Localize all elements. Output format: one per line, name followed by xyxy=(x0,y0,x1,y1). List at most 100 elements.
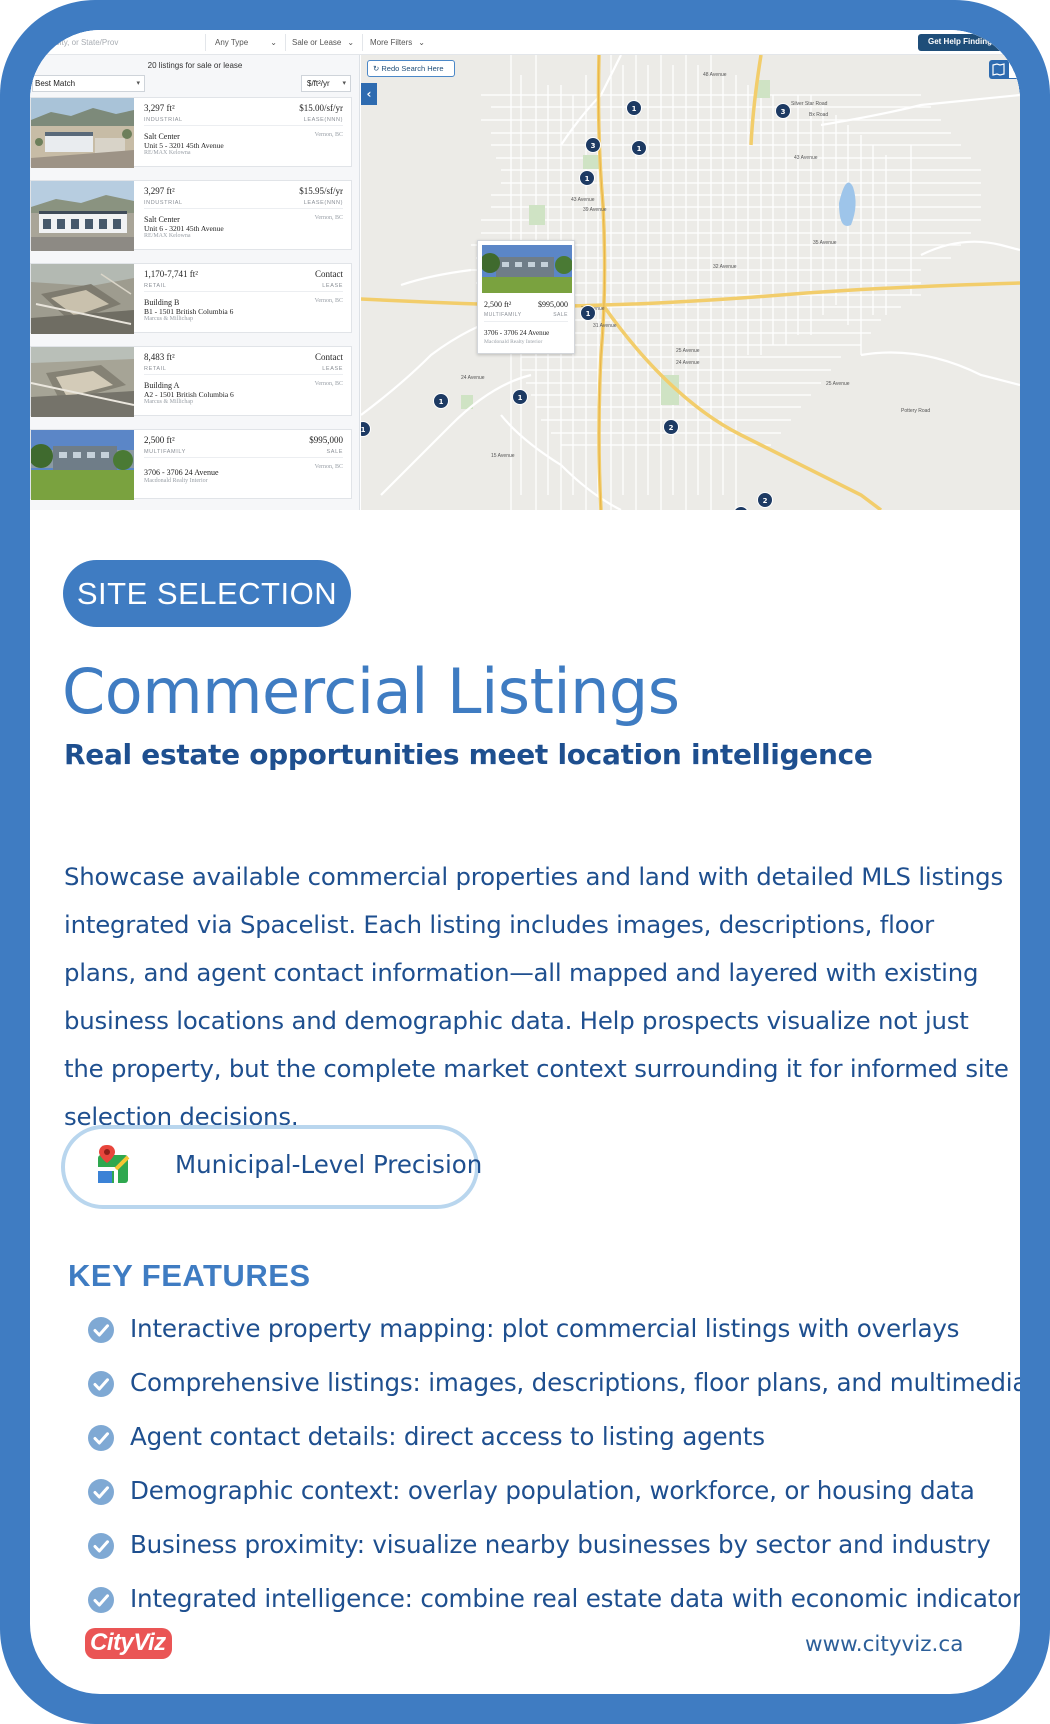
listing-broker: RE/MAX Kelowna xyxy=(144,233,191,239)
listing-address: B1 - 1501 British Columbia 6 xyxy=(144,307,234,316)
redo-search-button[interactable]: ↻ Redo Search Here xyxy=(367,60,455,77)
divider xyxy=(144,208,343,209)
cityviz-logo: CityViz xyxy=(85,1628,172,1659)
list-item: Agent contact details: direct access to … xyxy=(87,1422,1017,1462)
map-style-toggle[interactable] xyxy=(989,60,1020,79)
checkmark-icon xyxy=(88,1371,114,1397)
street-map xyxy=(361,55,1020,510)
content-card: City, or State/Prov Any Type ⌄ Sale or Le… xyxy=(30,30,1020,1694)
list-item: Integrated intelligence: combine real es… xyxy=(87,1584,1020,1624)
map-pin[interactable]: 3 xyxy=(585,137,601,153)
list-item: Demographic context: overlay population,… xyxy=(87,1476,1017,1516)
listing-address: Unit 5 - 3201 45th Avenue xyxy=(144,141,224,150)
mode-filter[interactable]: Sale or Lease ⌄ xyxy=(292,38,354,47)
popup-broker: Macdonald Realty Interior xyxy=(484,339,543,345)
popup-size: 2,500 ft² xyxy=(484,300,512,309)
map-pin[interactable]: 1 xyxy=(580,305,596,321)
map-pin[interactable]: 1 xyxy=(512,389,528,405)
collapse-list-button[interactable]: ‹ xyxy=(361,83,377,105)
listing-mode: LEASE(NNN) xyxy=(303,117,343,123)
map-pin[interactable]: 1 xyxy=(433,393,449,409)
listing-mode: LEASE xyxy=(322,283,343,289)
satellite-view-icon[interactable] xyxy=(1008,60,1020,79)
type-filter[interactable]: Any Type ⌄ xyxy=(215,38,277,47)
website-link[interactable]: www.cityviz.ca xyxy=(805,1632,963,1657)
divider xyxy=(484,321,568,322)
checkmark-icon xyxy=(88,1317,114,1343)
listing-photo xyxy=(31,347,134,417)
street-label: Pottery Road xyxy=(901,408,931,414)
listing-price: $15.00/sf/yr xyxy=(299,103,343,113)
street-label: 32 Avenue xyxy=(713,264,737,270)
street-label: 31 Avenue xyxy=(593,323,617,329)
map-pin[interactable]: 1 xyxy=(579,170,595,186)
listing-photo xyxy=(31,98,134,168)
unit-select[interactable]: $/ft²/yr ▾ xyxy=(301,75,351,92)
map-location-icon xyxy=(96,1143,130,1185)
street-label: Bx Road xyxy=(809,112,829,118)
listing-card[interactable]: 8,483 ft² RETAIL Contact LEASE Building … xyxy=(30,346,352,417)
listing-type: MULTIFAMILY xyxy=(144,449,186,455)
feature-text: Interactive property mapping: plot comme… xyxy=(130,1314,960,1343)
divider xyxy=(362,34,363,51)
section-tag: SITE SELECTION xyxy=(63,560,351,627)
listing-mode: LEASE(NNN) xyxy=(303,200,343,206)
listing-card[interactable]: 3,297 ft² INDUSTRIAL $15.00/sf/yr LEASE(… xyxy=(30,97,352,168)
listing-size: 3,297 ft² xyxy=(144,186,175,196)
listing-city: Vernon, BC xyxy=(314,381,343,387)
street-label: 24 Avenue xyxy=(676,360,700,366)
street-label: 43 Avenue xyxy=(794,155,818,161)
listing-address: Unit 6 - 3201 45th Avenue xyxy=(144,224,224,233)
type-filter-label: Any Type xyxy=(215,38,249,47)
chevron-down-icon: ⌄ xyxy=(270,38,277,47)
popup-price: $995,000 xyxy=(538,300,568,309)
unit-value: $/ft²/yr xyxy=(307,79,330,88)
feature-text: Integrated intelligence: combine real es… xyxy=(130,1584,1020,1613)
divider xyxy=(205,34,206,51)
sort-select[interactable]: Best Match ▾ xyxy=(32,75,145,92)
map-view-icon[interactable] xyxy=(989,60,1008,79)
listing-type: INDUSTRIAL xyxy=(144,200,183,206)
page-subtitle: Real estate opportunities meet location … xyxy=(64,738,873,771)
listing-price: Contact xyxy=(315,352,343,362)
more-filters[interactable]: More Filters ⌄ xyxy=(370,38,425,47)
map-view[interactable]: ‹ ↻ Redo Search Here 48 Avenue Bx Road 4… xyxy=(361,55,1020,510)
listing-broker: RE/MAX Kelowna xyxy=(144,150,191,156)
listing-card[interactable]: 2,500 ft² MULTIFAMILY $995,000 SALE 3706… xyxy=(30,429,352,500)
divider xyxy=(285,34,286,51)
listing-photo xyxy=(31,264,134,334)
listing-name: Building B xyxy=(144,298,180,307)
list-item: Comprehensive listings: images, descript… xyxy=(87,1368,1020,1408)
checkmark-icon xyxy=(88,1587,114,1613)
listing-card[interactable]: 1,170-7,741 ft² RETAIL Contact LEASE Bui… xyxy=(30,263,352,334)
listing-mode: LEASE xyxy=(322,366,343,372)
checkmark-icon xyxy=(88,1479,114,1505)
street-label: Silver Star Road xyxy=(791,101,828,107)
listing-popup[interactable]: 2,500 ft² $995,000 MULTIFAMILY SALE 3706… xyxy=(477,240,575,354)
chevron-down-icon: ⌄ xyxy=(347,38,355,47)
map-pin[interactable]: 2 xyxy=(757,492,773,508)
listing-broker: Marcus & Millichap xyxy=(144,316,193,322)
listing-size: 2,500 ft² xyxy=(144,435,175,445)
map-pin[interactable]: 1 xyxy=(626,100,642,116)
listing-panel: 20 listings for sale or lease Best Match… xyxy=(30,55,360,510)
street-label: 43 Avenue xyxy=(571,197,595,203)
listing-card[interactable]: 3,297 ft² INDUSTRIAL $15.95/sf/yr LEASE(… xyxy=(30,180,352,251)
street-label: 24 Avenue xyxy=(461,375,485,381)
description-paragraph: Showcase available commercial properties… xyxy=(64,862,1009,1131)
popup-photo xyxy=(482,245,572,293)
get-help-button[interactable]: Get Help Finding xyxy=(918,34,1020,51)
popup-type: MULTIFAMILY xyxy=(484,312,522,318)
listing-size: 8,483 ft² xyxy=(144,352,175,362)
map-pin[interactable]: 1 xyxy=(631,140,647,156)
listing-type: RETAIL xyxy=(144,283,167,289)
refresh-icon: ↻ xyxy=(373,64,380,73)
listing-broker: Marcus & Millichap xyxy=(144,399,193,405)
listing-size: 1,170-7,741 ft² xyxy=(144,269,198,279)
listing-city: Vernon, BC xyxy=(314,298,343,304)
map-pin[interactable]: 3 xyxy=(775,103,791,119)
street-label: 25 Avenue xyxy=(676,348,700,354)
map-pin[interactable]: 2 xyxy=(663,419,679,435)
location-search-input[interactable]: City, or State/Prov xyxy=(54,38,118,47)
page-title: Commercial Listings xyxy=(62,655,680,728)
